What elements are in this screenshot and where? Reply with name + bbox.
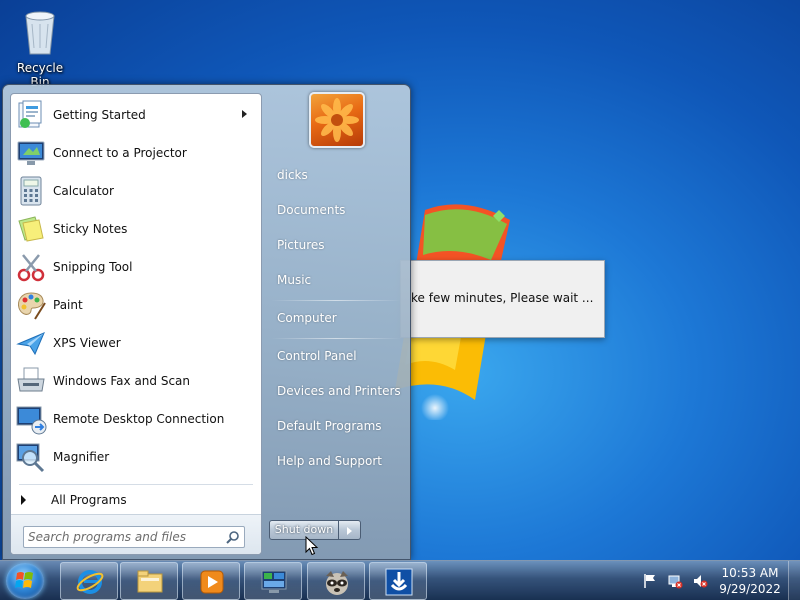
paint-palette-icon <box>18 292 46 320</box>
media-player-icon <box>200 570 224 594</box>
installer-app-icon <box>385 568 413 596</box>
search-box <box>23 526 245 548</box>
projector-icon <box>17 141 45 165</box>
program-snipping-tool[interactable]: Snipping Tool <box>11 248 261 286</box>
program-connect-to-projector[interactable]: Connect to a Projector <box>11 134 261 172</box>
program-getting-started[interactable]: Getting Started <box>11 96 261 134</box>
submenu-arrow-icon[interactable] <box>242 110 247 118</box>
dialog-message: ke few minutes, Please wait ... <box>411 291 594 305</box>
scissors-icon <box>17 254 45 282</box>
magnifier-icon <box>16 443 45 473</box>
program-paint[interactable]: Paint <box>11 286 261 324</box>
calculator-icon <box>20 176 42 206</box>
right-item-help-and-support[interactable]: Help and Support <box>277 449 401 475</box>
right-divider <box>271 300 401 301</box>
search-area <box>11 514 261 554</box>
taskbar-control-panel[interactable] <box>244 562 302 600</box>
action-center-flag-icon[interactable] <box>642 573 658 589</box>
all-programs-button[interactable]: All Programs <box>11 486 261 514</box>
taskbar-installer-app[interactable] <box>369 562 427 600</box>
program-remote-desktop-connection[interactable]: Remote Desktop Connection <box>11 400 261 438</box>
right-item-label: Devices and Printers <box>277 384 401 398</box>
internet-explorer-icon <box>76 570 104 594</box>
clock-date: 9/29/2022 <box>719 582 781 596</box>
taskbar-media-player[interactable] <box>182 562 240 600</box>
all-programs-arrow-icon <box>21 495 26 505</box>
program-magnifier[interactable]: Magnifier <box>11 438 261 476</box>
right-item-control-panel[interactable]: Control Panel <box>277 344 401 370</box>
programs-divider <box>19 484 253 485</box>
program-label: Paint <box>53 298 83 312</box>
program-label: Snipping Tool <box>53 260 133 274</box>
windows-logo-icon <box>15 572 33 588</box>
program-sticky-notes[interactable]: Sticky Notes <box>11 210 261 248</box>
remote-desktop-icon <box>16 406 47 435</box>
right-item-label: Documents <box>277 203 346 217</box>
right-item-label: Music <box>277 273 312 287</box>
right-item-label: Pictures <box>277 238 325 252</box>
taskbar-clock[interactable]: 10:53 AM 9/29/2022 <box>716 565 784 597</box>
right-item-documents[interactable]: Documents <box>277 198 401 224</box>
raccoon-app-icon <box>326 571 348 595</box>
search-icon[interactable] <box>226 530 240 544</box>
taskbar-raccoon-app[interactable] <box>307 562 365 600</box>
right-item-devices-and-printers[interactable]: Devices and Printers <box>277 379 401 405</box>
right-item-label: Control Panel <box>277 349 357 363</box>
program-label: Getting Started <box>53 108 146 122</box>
program-label: Magnifier <box>53 450 110 464</box>
shut-down-options-button[interactable] <box>339 520 361 540</box>
recycle-bin-icon <box>25 11 55 55</box>
program-xps-viewer[interactable]: XPS Viewer <box>11 324 261 362</box>
start-button[interactable] <box>6 563 44 599</box>
programs-pane: Getting Started Connect to a Projector C… <box>10 93 262 555</box>
taskbar-internet-explorer[interactable] <box>60 562 118 600</box>
program-label: Sticky Notes <box>53 222 128 236</box>
mouse-cursor-icon <box>305 536 319 556</box>
right-item-label: dicks <box>277 168 308 182</box>
right-item-default-programs[interactable]: Default Programs <box>277 414 401 440</box>
taskbar-file-explorer[interactable] <box>120 562 178 600</box>
fax-icon <box>17 367 45 392</box>
right-item-user-folder[interactable]: dicks <box>277 163 401 189</box>
all-programs-label: All Programs <box>51 493 127 507</box>
program-calculator[interactable]: Calculator <box>11 172 261 210</box>
program-label: Calculator <box>53 184 114 198</box>
sticky-notes-icon <box>18 216 44 242</box>
right-divider <box>271 338 401 339</box>
right-item-label: Computer <box>277 311 337 325</box>
desktop-icon-recycle-bin[interactable]: Recycle Bin <box>6 6 74 89</box>
program-label: Connect to a Projector <box>53 146 187 160</box>
control-panel-icon <box>261 570 287 593</box>
shut-down-button[interactable]: Shut down <box>269 520 339 540</box>
program-label: XPS Viewer <box>53 336 121 350</box>
file-explorer-icon <box>137 570 163 593</box>
volume-muted-icon[interactable] <box>692 573 708 589</box>
chevron-right-icon <box>347 527 352 535</box>
program-label: Remote Desktop Connection <box>53 412 225 426</box>
network-icon[interactable] <box>667 573 683 589</box>
flower-picture-icon <box>315 98 359 142</box>
right-item-pictures[interactable]: Pictures <box>277 233 401 259</box>
getting-started-icon <box>18 100 42 128</box>
start-menu: Getting Started Connect to a Projector C… <box>2 84 411 560</box>
paper-plane-icon <box>16 332 45 356</box>
program-windows-fax-and-scan[interactable]: Windows Fax and Scan <box>11 362 261 400</box>
taskbar: 10:53 AM 9/29/2022 <box>0 560 800 600</box>
search-input[interactable] <box>28 529 218 545</box>
please-wait-dialog: ke few minutes, Please wait ... <box>400 260 605 338</box>
right-item-music[interactable]: Music <box>277 268 401 294</box>
right-item-computer[interactable]: Computer <box>277 306 401 332</box>
right-item-label: Default Programs <box>277 419 382 433</box>
clock-time: 10:53 AM <box>721 566 779 580</box>
right-item-label: Help and Support <box>277 454 382 468</box>
user-picture-avatar[interactable] <box>309 92 365 148</box>
program-label: Windows Fax and Scan <box>53 374 191 388</box>
show-desktop-button[interactable] <box>788 561 800 600</box>
